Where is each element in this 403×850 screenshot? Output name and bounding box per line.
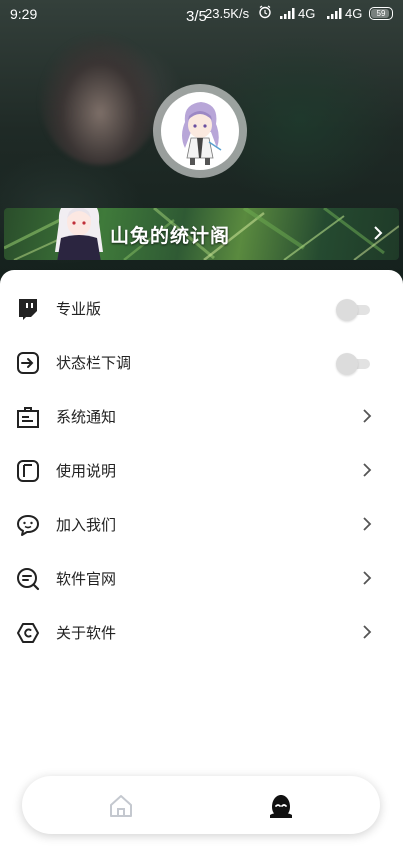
background-photo-blur bbox=[40, 35, 160, 165]
menu-item-statusbar-offset[interactable]: 状态栏下调 bbox=[0, 336, 403, 390]
network-type-1: 4G bbox=[298, 6, 316, 21]
chevron-right-icon bbox=[362, 516, 372, 536]
statusbar-offset-toggle[interactable] bbox=[336, 353, 372, 375]
banner-title: 山兔的统计阁 bbox=[110, 225, 231, 247]
menu-item-label: 关于软件 bbox=[56, 624, 117, 642]
menu-item-join-us[interactable]: 加入我们 bbox=[0, 498, 403, 552]
chevron-right-icon bbox=[362, 570, 372, 590]
pro-version-toggle[interactable] bbox=[336, 299, 372, 321]
menu-item-label: 系统通知 bbox=[56, 408, 117, 426]
profile-banner[interactable]: 山兔的统计阁 bbox=[4, 208, 399, 260]
twitch-badge-icon bbox=[16, 297, 40, 321]
avatar[interactable] bbox=[161, 92, 239, 170]
signal-icon bbox=[280, 7, 296, 22]
menu-item-official-site[interactable]: 软件官网 bbox=[0, 552, 403, 606]
chevron-right-icon bbox=[362, 408, 372, 428]
image-counter: 3/5 bbox=[186, 8, 207, 25]
settings-panel: 专业版 状态栏下调 系统通知 使用说明 加入我们 软件官网 关于软件 bbox=[0, 270, 403, 850]
chevron-right-icon bbox=[373, 225, 383, 245]
bottom-navigation bbox=[22, 776, 380, 834]
menu-item-system-notice[interactable]: 系统通知 bbox=[0, 390, 403, 444]
network-type-2: 4G bbox=[345, 6, 363, 21]
avatar-character-illustration bbox=[182, 102, 222, 165]
menu-item-label: 专业版 bbox=[56, 300, 102, 318]
profile-icon[interactable] bbox=[268, 793, 294, 819]
status-bar: 9:29 3/5 23.5K/s 4G 4G 59 bbox=[0, 0, 403, 28]
toggle-knob bbox=[336, 353, 358, 375]
chat-bubble-icon bbox=[16, 513, 40, 537]
notice-board-icon bbox=[16, 405, 40, 429]
website-search-icon bbox=[16, 567, 40, 591]
menu-item-about[interactable]: 关于软件 bbox=[0, 606, 403, 660]
menu-item-label: 状态栏下调 bbox=[56, 354, 132, 372]
banner-character-illustration bbox=[55, 208, 103, 260]
alarm-icon bbox=[258, 5, 272, 22]
battery-level: 59 bbox=[376, 9, 386, 18]
menu-item-pro-version[interactable]: 专业版 bbox=[0, 282, 403, 336]
avatar-frame[interactable] bbox=[153, 84, 247, 178]
toggle-knob bbox=[336, 299, 358, 321]
battery-icon: 59 bbox=[369, 7, 393, 20]
chevron-right-icon bbox=[362, 462, 372, 482]
menu-item-manual[interactable]: 使用说明 bbox=[0, 444, 403, 498]
menu-item-label: 软件官网 bbox=[56, 570, 117, 588]
chevron-right-icon bbox=[362, 624, 372, 644]
menu-item-label: 加入我们 bbox=[56, 516, 117, 534]
status-time: 9:29 bbox=[10, 6, 38, 22]
hexagon-info-icon bbox=[16, 621, 40, 645]
manual-icon bbox=[16, 459, 40, 483]
enter-arrow-icon bbox=[16, 351, 40, 375]
menu-item-label: 使用说明 bbox=[56, 462, 117, 480]
net-speed: 23.5K/s bbox=[205, 6, 250, 21]
home-icon[interactable] bbox=[108, 793, 134, 819]
signal-icon bbox=[327, 7, 343, 22]
